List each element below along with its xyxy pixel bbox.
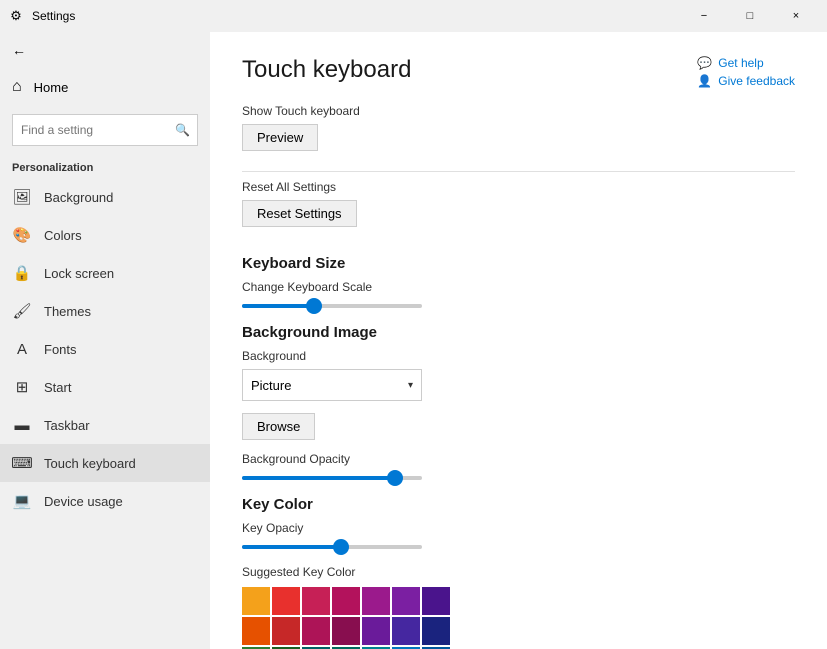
title-bar: ⚙ Settings − □ × (0, 0, 827, 32)
nav-items: 🖼 Background 🎨 Colors 🔒 Lock screen 🖌 Themes A Fo… (0, 178, 210, 520)
suggested-key-color-label: Suggested Key Color (242, 565, 795, 579)
bg-opacity-label: Background Opacity (242, 452, 795, 466)
main-content: 💬 Get help 👤 Give feedback Touch keyboar… (210, 32, 827, 649)
help-icon: 💬 (697, 56, 712, 70)
color-swatch[interactable] (422, 587, 450, 615)
back-arrow-icon: ← (12, 42, 26, 58)
back-button[interactable]: ← (0, 32, 210, 68)
color-swatch[interactable] (362, 617, 390, 645)
key-opacity-label: Key Opaciy (242, 521, 795, 535)
browse-button[interactable]: Browse (242, 413, 315, 440)
search-icon: 🔍 (175, 123, 190, 137)
opacity-slider-track (242, 476, 422, 480)
opacity-slider-thumb[interactable] (387, 470, 403, 486)
keyboard-scale-slider[interactable] (242, 304, 422, 308)
keyboard-scale-label: Change Keyboard Scale (242, 280, 795, 294)
key-opacity-thumb[interactable] (333, 539, 349, 555)
search-box: 🔍 (12, 114, 198, 146)
sidebar: ← ⌂ Home 🔍 Personalization 🖼 Background 🎨 C… (0, 32, 210, 649)
feedback-icon: 👤 (697, 74, 712, 88)
colors-icon: 🎨 (12, 225, 32, 245)
help-section: 💬 Get help 👤 Give feedback (697, 56, 795, 88)
home-label: Home (34, 80, 69, 95)
color-swatch[interactable] (422, 617, 450, 645)
color-swatch[interactable] (272, 617, 300, 645)
sidebar-item-label-lock-screen: Lock screen (44, 266, 114, 281)
key-opacity-slider[interactable] (242, 545, 422, 549)
title-bar-title: Settings (32, 9, 681, 23)
device-usage-icon: 💻 (12, 491, 32, 511)
key-opacity-fill (242, 545, 341, 549)
color-swatch[interactable] (332, 587, 360, 615)
home-icon: ⌂ (12, 78, 22, 96)
color-swatch[interactable] (332, 617, 360, 645)
close-button[interactable]: × (773, 0, 819, 32)
app-icon: ⚙ (8, 8, 24, 24)
key-opacity-track (242, 545, 422, 549)
maximize-button[interactable]: □ (727, 0, 773, 32)
sidebar-item-label-colors: Colors (44, 228, 82, 243)
get-help-link[interactable]: 💬 Get help (697, 56, 795, 70)
slider-track (242, 304, 422, 308)
color-swatch[interactable] (392, 617, 420, 645)
background-image-title: Background Image (242, 324, 795, 341)
start-icon: ⊞ (12, 377, 32, 397)
reset-settings-label: Reset All Settings (242, 180, 795, 194)
get-help-label: Get help (718, 56, 763, 70)
chevron-down-icon: ▾ (408, 380, 413, 391)
sidebar-item-label-themes: Themes (44, 304, 91, 319)
bg-opacity-slider[interactable] (242, 476, 422, 480)
color-swatch[interactable] (242, 617, 270, 645)
taskbar-icon: ▬ (12, 415, 32, 435)
sidebar-item-start[interactable]: ⊞ Start (0, 368, 210, 406)
sidebar-item-fonts[interactable]: A Fonts (0, 330, 210, 368)
sidebar-item-themes[interactable]: 🖌 Themes (0, 292, 210, 330)
sidebar-item-label-touch-keyboard: Touch keyboard (44, 456, 136, 471)
preview-button[interactable]: Preview (242, 124, 318, 151)
color-swatch[interactable] (272, 587, 300, 615)
keyboard-size-title: Keyboard Size (242, 255, 795, 272)
touch-keyboard-icon: ⌨ (12, 453, 32, 473)
color-grid (242, 587, 795, 649)
lock-screen-icon: 🔒 (12, 263, 32, 283)
give-feedback-link[interactable]: 👤 Give feedback (697, 74, 795, 88)
background-dropdown-label: Background (242, 349, 795, 363)
dropdown-value: Picture (251, 378, 291, 393)
sidebar-item-device-usage[interactable]: 💻 Device usage (0, 482, 210, 520)
window-controls: − □ × (681, 0, 819, 32)
key-color-title: Key Color (242, 496, 795, 513)
color-swatch[interactable] (392, 587, 420, 615)
sidebar-item-touch-keyboard[interactable]: ⌨ Touch keyboard (0, 444, 210, 482)
sidebar-item-label-device-usage: Device usage (44, 494, 123, 509)
divider-1 (242, 171, 795, 172)
themes-icon: 🖌 (12, 301, 32, 321)
app-container: ← ⌂ Home 🔍 Personalization 🖼 Background 🎨 C… (0, 32, 827, 649)
background-icon: 🖼 (12, 187, 32, 207)
opacity-slider-fill (242, 476, 395, 480)
sidebar-item-taskbar[interactable]: ▬ Taskbar (0, 406, 210, 444)
color-swatch[interactable] (302, 587, 330, 615)
sidebar-item-label-taskbar: Taskbar (44, 418, 90, 433)
sidebar-item-background[interactable]: 🖼 Background (0, 178, 210, 216)
slider-fill (242, 304, 314, 308)
show-keyboard-label: Show Touch keyboard (242, 104, 795, 118)
color-swatch[interactable] (362, 587, 390, 615)
sidebar-item-label-start: Start (44, 380, 71, 395)
section-label: Personalization (0, 154, 210, 178)
slider-thumb[interactable] (306, 298, 322, 314)
sidebar-home[interactable]: ⌂ Home (0, 68, 210, 106)
color-swatch[interactable] (302, 617, 330, 645)
sidebar-item-colors[interactable]: 🎨 Colors (0, 216, 210, 254)
minimize-button[interactable]: − (681, 0, 727, 32)
reset-settings-button[interactable]: Reset Settings (242, 200, 357, 227)
color-swatch[interactable] (242, 587, 270, 615)
sidebar-item-label-fonts: Fonts (44, 342, 77, 357)
sidebar-item-lock-screen[interactable]: 🔒 Lock screen (0, 254, 210, 292)
sidebar-item-label-background: Background (44, 190, 113, 205)
background-dropdown[interactable]: Picture ▾ (242, 369, 422, 401)
fonts-icon: A (12, 339, 32, 359)
search-input[interactable] (12, 114, 198, 146)
give-feedback-label: Give feedback (718, 74, 795, 88)
